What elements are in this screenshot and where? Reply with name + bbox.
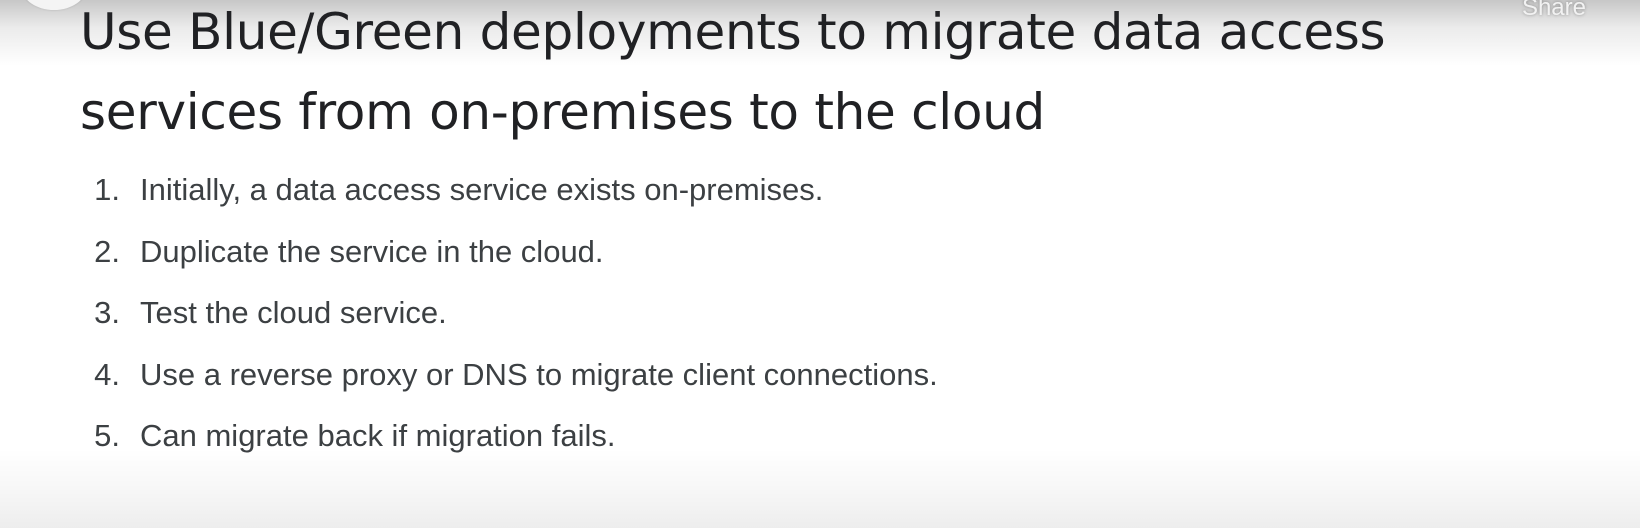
share-button[interactable]: Share (1522, 0, 1586, 22)
list-item: 5. Can migrate back if migration fails. (72, 418, 938, 480)
step-number: 1. (94, 172, 120, 207)
video-frame: Share Use Blue/Green deployments to migr… (0, 0, 1640, 528)
step-text: Can migrate back if migration fails. (140, 418, 616, 454)
list-item: 2. Duplicate the service in the cloud. (72, 234, 938, 296)
steps-list: 1. Initially, a data access service exis… (72, 172, 938, 480)
step-number: 2. (94, 233, 120, 269)
slide-title: Use Blue/Green deployments to migrate da… (80, 3, 1386, 141)
step-number: 3. (94, 295, 120, 331)
step-text: Use a reverse proxy or DNS to migrate cl… (140, 356, 938, 392)
step-number: 4. (94, 356, 120, 392)
list-item: 3. Test the cloud service. (72, 295, 938, 357)
step-text: Test the cloud service. (140, 295, 447, 331)
list-item: 4. Use a reverse proxy or DNS to migrate… (72, 357, 938, 419)
step-text: Duplicate the service in the cloud. (140, 233, 604, 269)
step-text: Initially, a data access service exists … (140, 172, 824, 207)
step-number: 5. (94, 418, 120, 454)
channel-avatar[interactable] (22, 0, 86, 10)
list-item: 1. Initially, a data access service exis… (72, 172, 938, 234)
